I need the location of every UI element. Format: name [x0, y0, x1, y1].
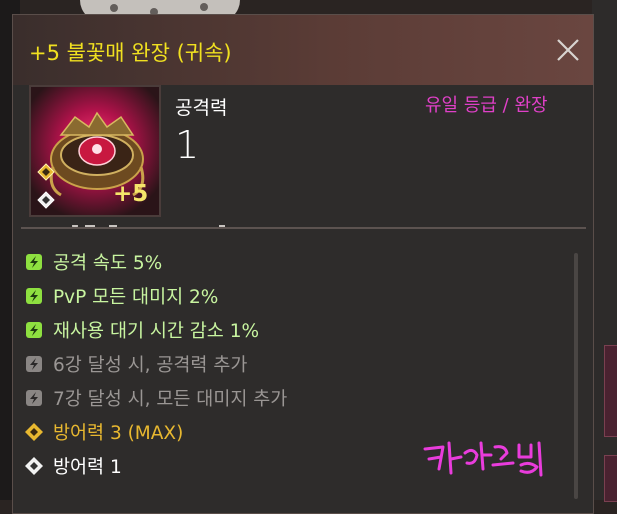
white-diamond-icon	[37, 191, 55, 209]
item-title: +5 불꽃매 완장 (귀속)	[29, 41, 232, 65]
gold-diamond-icon	[23, 421, 45, 443]
stat-value: 1	[175, 123, 200, 167]
grey-rune-icon	[23, 387, 45, 409]
background-chip	[604, 345, 617, 437]
effect-text: 재사용 대기 시간 감소 1%	[53, 321, 260, 342]
divider	[21, 227, 586, 229]
scrollbar[interactable]	[574, 253, 578, 499]
tooltip-header: +5 불꽃매 완장 (귀속)	[13, 15, 593, 85]
effect-row: 공격 속도 5%	[23, 245, 563, 279]
effect-text: 7강 달성 시, 모든 대미지 추가	[53, 389, 288, 410]
effect-row: 6강 달성 시, 공격력 추가	[23, 347, 563, 381]
green-rune-icon	[23, 251, 45, 273]
grey-rune-icon	[23, 353, 45, 375]
green-rune-icon	[23, 285, 45, 307]
white-diamond-icon	[23, 455, 45, 477]
effect-row: 재사용 대기 시간 감소 1%	[23, 313, 563, 347]
item-tooltip: +5 불꽃매 완장 (귀속) +5 공격력 1 유일 등급 / 완장 공격 속도…	[12, 14, 594, 514]
background-chip	[604, 455, 617, 502]
effect-text: 방어력 3 (MAX)	[53, 423, 184, 444]
effect-row: 7강 달성 시, 모든 대미지 추가	[23, 381, 563, 415]
gold-diamond-icon	[37, 163, 55, 181]
effect-text: 공격 속도 5%	[53, 253, 163, 274]
stat-label: 공격력	[175, 97, 228, 119]
green-rune-icon	[23, 319, 45, 341]
close-icon	[557, 39, 579, 61]
effect-text: 방어력 1	[53, 457, 122, 478]
effect-text: 6강 달성 시, 공격력 추가	[53, 355, 248, 376]
effect-text: PvP 모든 대미지 2%	[53, 287, 219, 308]
item-grade: 유일 등급 / 완장	[425, 95, 548, 116]
enhance-level-badge: +5	[113, 181, 149, 207]
handwritten-signature	[423, 441, 543, 477]
background-right-panel	[592, 0, 617, 502]
close-button[interactable]	[553, 35, 583, 65]
effect-row: PvP 모든 대미지 2%	[23, 279, 563, 313]
